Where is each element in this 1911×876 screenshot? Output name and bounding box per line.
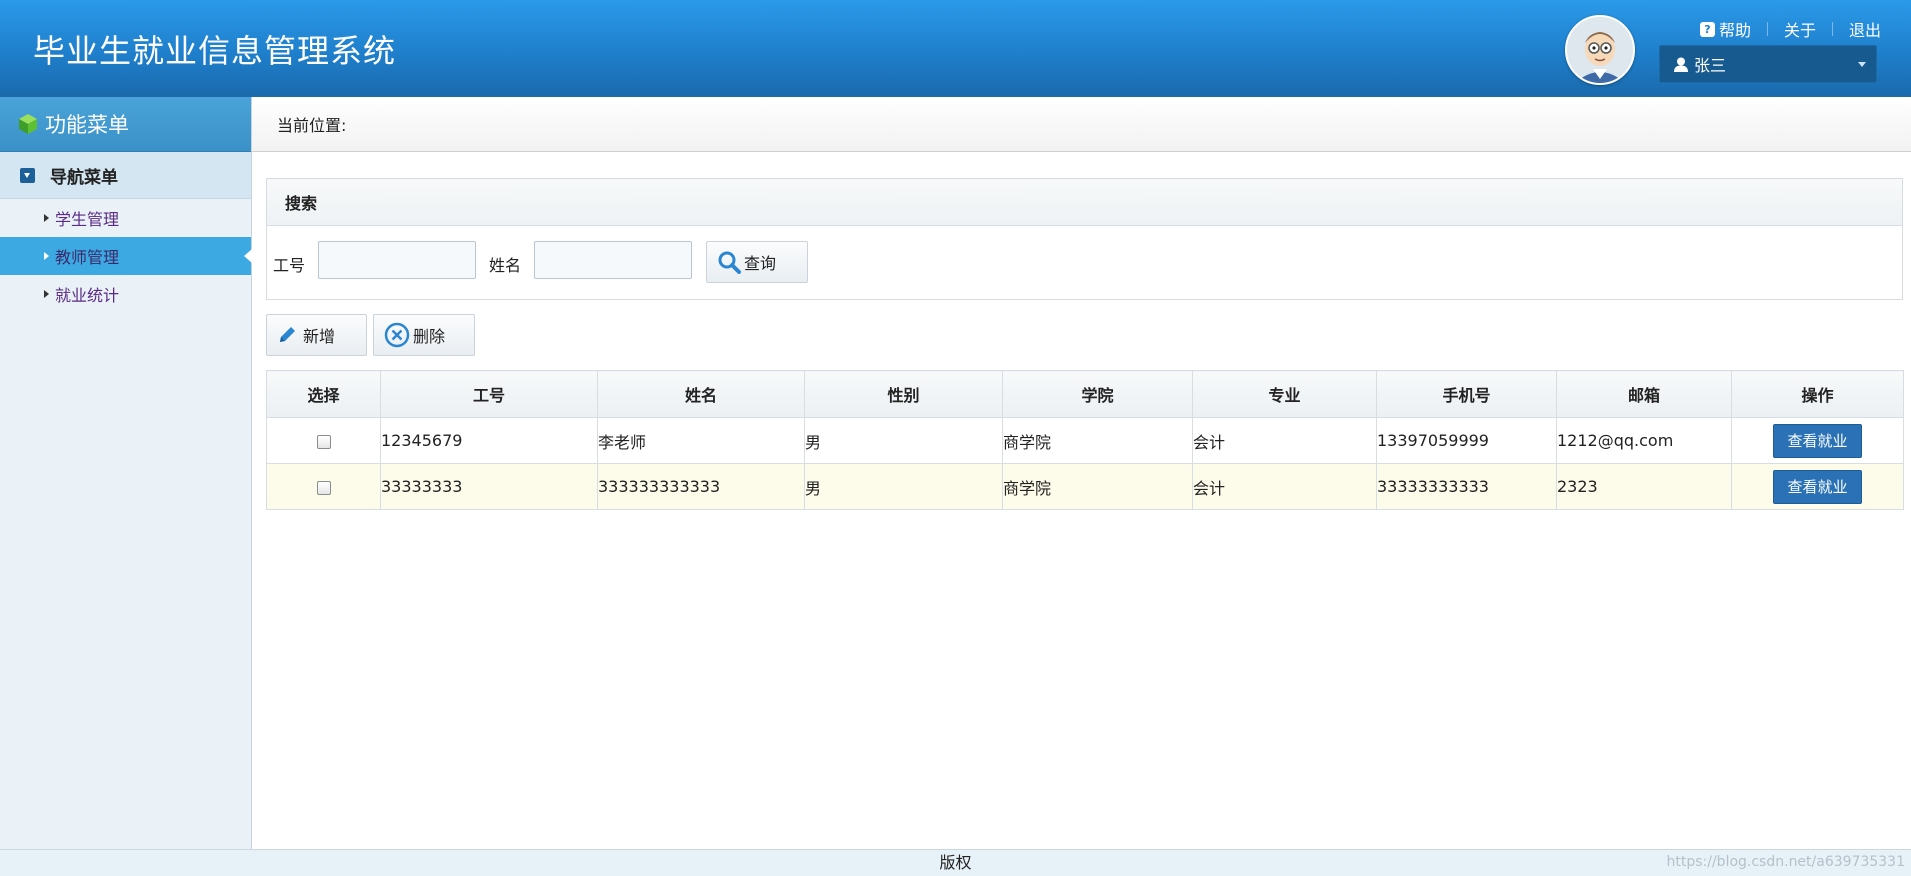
column-header: 操作 — [1731, 370, 1904, 418]
column-header[interactable]: 专业 — [1192, 370, 1377, 418]
cell-email: 2323 — [1556, 463, 1732, 510]
breadcrumb-label: 当前位置: — [277, 116, 347, 135]
select-cell — [266, 463, 381, 510]
action-cell: 查看就业 — [1731, 463, 1904, 510]
user-dropdown[interactable]: 张三 — [1659, 45, 1877, 83]
column-header[interactable]: 学院 — [1002, 370, 1193, 418]
pencil-icon — [280, 327, 295, 342]
table-row[interactable]: 33333333 333333333333 男 商学院 会计 333333333… — [266, 463, 1904, 510]
cell-email: 1212@qq.com — [1556, 417, 1732, 464]
caret-right-icon — [44, 214, 49, 222]
function-menu-title: 功能菜单 — [45, 113, 129, 137]
top-links: ? 帮助 关于 退出 — [1699, 17, 1881, 41]
query-button-label: 查询 — [744, 254, 777, 273]
help-link[interactable]: ? 帮助 — [1699, 17, 1751, 41]
logout-link[interactable]: 退出 — [1849, 17, 1881, 41]
column-header[interactable]: 手机号 — [1376, 370, 1557, 418]
action-cell: 查看就业 — [1731, 417, 1904, 464]
table-header-row: 选择 工号 姓名 性别 学院 专业 手机号 邮箱 操作 — [266, 370, 1904, 418]
add-button-label: 新增 — [303, 327, 336, 346]
cell-college: 商学院 — [1002, 417, 1193, 464]
watermark: https://blog.csdn.net/a639735331 — [1666, 854, 1906, 870]
footer: 版权 — [0, 849, 1911, 876]
view-employment-button[interactable]: 查看就业 — [1773, 469, 1862, 504]
cell-major: 会计 — [1192, 417, 1377, 464]
teacher-id-label: 工号 — [273, 256, 306, 275]
help-icon: ? — [1699, 21, 1715, 37]
sidebar-item-label: 教师管理 — [55, 248, 120, 267]
view-employment-button[interactable]: 查看就业 — [1773, 423, 1862, 458]
search-form: 工号 姓名 查询 — [267, 226, 1902, 300]
row-checkbox[interactable] — [316, 480, 331, 495]
collapse-icon — [20, 167, 35, 183]
sidebar-item-students[interactable]: 学生管理 — [0, 199, 251, 237]
add-button[interactable]: 新增 — [266, 314, 367, 356]
nav-menu-header[interactable]: 导航菜单 — [0, 152, 251, 199]
divider — [1831, 22, 1833, 36]
chevron-down-icon — [1858, 62, 1866, 67]
app-title: 毕业生就业信息管理系统 — [33, 32, 397, 70]
avatar-icon — [1567, 17, 1633, 83]
column-header[interactable]: 性别 — [804, 370, 1003, 418]
search-panel-title: 搜索 — [267, 179, 1902, 226]
function-menu-header: 功能菜单 — [0, 97, 251, 152]
delete-button[interactable]: 删除 — [373, 314, 475, 356]
nav-menu-title: 导航菜单 — [50, 167, 118, 188]
cell-teacher-id: 33333333 — [380, 463, 598, 510]
name-label: 姓名 — [489, 256, 522, 275]
column-header[interactable]: 姓名 — [597, 370, 805, 418]
cell-name: 李老师 — [597, 417, 805, 464]
about-link[interactable]: 关于 — [1784, 17, 1816, 41]
search-panel: 搜索 工号 姓名 查询 — [266, 178, 1903, 300]
column-header[interactable]: 工号 — [380, 370, 598, 418]
divider — [1766, 22, 1768, 36]
select-cell — [266, 417, 381, 464]
table-row[interactable]: 12345679 李老师 男 商学院 会计 13397059999 1212@q… — [266, 417, 1904, 464]
column-header[interactable]: 邮箱 — [1556, 370, 1732, 418]
delete-icon — [384, 322, 410, 348]
cell-college: 商学院 — [1002, 463, 1193, 510]
cube-icon — [19, 114, 37, 134]
row-checkbox[interactable] — [316, 434, 331, 449]
teacher-table: 选择 工号 姓名 性别 学院 专业 手机号 邮箱 操作 12345679 李老师… — [266, 370, 1904, 510]
user-avatar[interactable] — [1565, 15, 1635, 85]
caret-right-icon — [44, 290, 49, 298]
copyright-text: 版权 — [939, 853, 972, 872]
delete-button-label: 删除 — [413, 327, 446, 346]
cell-gender: 男 — [804, 417, 1003, 464]
cell-major: 会计 — [1192, 463, 1377, 510]
name-input[interactable] — [534, 241, 692, 279]
sidebar-item-employment-stats[interactable]: 就业统计 — [0, 275, 251, 313]
cell-name: 333333333333 — [597, 463, 805, 510]
sidebar-item-label: 学生管理 — [55, 210, 120, 229]
sidebar-item-teachers[interactable]: 教师管理 — [0, 237, 252, 275]
cell-phone: 33333333333 — [1376, 463, 1557, 510]
query-button[interactable]: 查询 — [706, 241, 808, 283]
sidebar: 功能菜单 导航菜单 学生管理 教师管理 就业统计 — [0, 97, 252, 849]
breadcrumb: 当前位置: — [252, 97, 1911, 152]
caret-right-icon — [44, 252, 49, 260]
help-label: 帮助 — [1718, 21, 1751, 40]
column-header: 选择 — [266, 370, 381, 418]
user-icon — [1674, 57, 1688, 72]
sidebar-item-label: 就业统计 — [55, 286, 120, 305]
search-icon — [718, 251, 741, 274]
teacher-id-input[interactable] — [318, 241, 476, 279]
cell-gender: 男 — [804, 463, 1003, 510]
cell-phone: 13397059999 — [1376, 417, 1557, 464]
app-header: 毕业生就业信息管理系统 ? 帮助 关于 退出 张三 — [0, 0, 1911, 98]
cell-teacher-id: 12345679 — [380, 417, 598, 464]
user-name: 张三 — [1694, 56, 1727, 75]
